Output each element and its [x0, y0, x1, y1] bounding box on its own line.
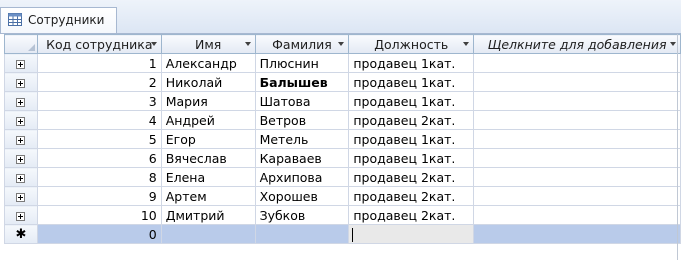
sort-dropdown-icon[interactable] [338, 42, 345, 46]
row-selector[interactable] [4, 91, 38, 111]
document-tab-bar: Сотрудники [0, 0, 681, 34]
table-row[interactable]: 10 Дмитрий Зубков продавец 2кат. [4, 205, 681, 225]
cell-last-name[interactable]: Хорошев [254, 186, 350, 206]
expand-subdatasheet-icon[interactable] [16, 211, 26, 221]
cell-last-name[interactable]: Ветров [254, 110, 350, 130]
text-cursor [352, 227, 354, 242]
cell-first-name[interactable]: Вячеслав [160, 148, 256, 168]
cell-employee-code[interactable]: 3 [36, 91, 162, 111]
cell-first-name[interactable]: Дмитрий [160, 205, 256, 225]
row-selector[interactable] [4, 72, 38, 92]
column-header-employee-code[interactable]: Код сотрудника [36, 34, 162, 54]
cell-position[interactable]: продавец 2кат. [348, 167, 475, 187]
cell-position[interactable]: продавец 2кат. [348, 110, 475, 130]
row-selector[interactable] [4, 186, 38, 206]
cell-position[interactable]: продавец 1кат. [348, 129, 475, 149]
cell-empty[interactable] [473, 72, 681, 92]
cell-empty[interactable] [473, 129, 681, 149]
cell-first-name[interactable] [160, 224, 256, 244]
column-header-last-name[interactable]: Фамилия [254, 34, 350, 54]
cell-position[interactable]: продавец 1кат. [348, 72, 475, 92]
tab-employees[interactable]: Сотрудники [0, 7, 117, 33]
cell-empty[interactable] [473, 91, 681, 111]
expand-subdatasheet-icon[interactable] [16, 192, 26, 202]
cell-first-name[interactable]: Александр [160, 53, 256, 73]
cell-empty[interactable] [473, 110, 681, 130]
row-selector[interactable] [4, 129, 38, 149]
row-selector[interactable] [4, 167, 38, 187]
cell-position[interactable]: продавец 1кат. [348, 53, 475, 73]
column-header-click-to-add[interactable]: Щелкните для добавления [473, 34, 681, 54]
cell-employee-code[interactable]: 10 [36, 205, 162, 225]
cell-empty[interactable] [473, 224, 681, 244]
cell-position[interactable]: продавец 1кат. [348, 91, 475, 111]
cell-employee-code[interactable]: 2 [36, 72, 162, 92]
cell-position-editing[interactable] [348, 224, 475, 244]
cell-employee-code[interactable]: 8 [36, 167, 162, 187]
expand-subdatasheet-icon[interactable] [16, 59, 26, 69]
select-all-corner[interactable] [4, 34, 38, 54]
table-row[interactable]: 6 Вячеслав Караваев продавец 1кат. [4, 148, 681, 168]
row-selector[interactable] [4, 53, 38, 73]
expand-subdatasheet-icon[interactable] [16, 78, 26, 88]
expand-subdatasheet-icon[interactable] [16, 135, 26, 145]
cell-first-name[interactable]: Николай [160, 72, 256, 92]
sort-dropdown-icon[interactable] [150, 42, 157, 46]
table-row[interactable]: 3 Мария Шатова продавец 1кат. [4, 91, 681, 111]
cell-employee-code[interactable]: 1 [36, 53, 162, 73]
cell-position[interactable]: продавец 2кат. [348, 186, 475, 206]
new-record-row[interactable]: ✱ 0 [4, 224, 681, 244]
cell-employee-code[interactable]: 4 [36, 110, 162, 130]
cell-position[interactable]: продавец 2кат. [348, 205, 475, 225]
expand-subdatasheet-icon[interactable] [16, 97, 26, 107]
cell-employee-code[interactable]: 6 [36, 148, 162, 168]
new-record-selector[interactable]: ✱ [4, 224, 38, 244]
cell-first-name[interactable]: Артем [160, 186, 256, 206]
cell-last-name[interactable]: Балышев [254, 72, 350, 92]
cell-employee-code[interactable]: 9 [36, 186, 162, 206]
cell-last-name[interactable] [254, 224, 350, 244]
cell-last-name[interactable]: Метель [254, 129, 350, 149]
table-row[interactable]: 9 Артем Хорошев продавец 2кат. [4, 186, 681, 206]
cell-last-name[interactable]: Зубков [254, 205, 350, 225]
cell-employee-code[interactable]: 5 [36, 129, 162, 149]
row-selector[interactable] [4, 148, 38, 168]
expand-subdatasheet-icon[interactable] [16, 173, 26, 183]
cell-empty[interactable] [473, 53, 681, 73]
table-icon [8, 13, 22, 26]
cell-last-name[interactable]: Архипова [254, 167, 350, 187]
cell-empty[interactable] [473, 186, 681, 206]
row-selector[interactable] [4, 110, 38, 130]
row-selector[interactable] [4, 205, 38, 225]
cell-first-name[interactable]: Елена [160, 167, 256, 187]
header-row: Код сотрудника Имя Фамилия Должность Щел… [4, 34, 681, 54]
cell-position[interactable]: продавец 1кат. [348, 148, 475, 168]
cell-last-name[interactable]: Шатова [254, 91, 350, 111]
cell-first-name[interactable]: Мария [160, 91, 256, 111]
cell-first-name[interactable]: Андрей [160, 110, 256, 130]
new-record-icon: ✱ [15, 227, 27, 242]
cell-empty[interactable] [473, 167, 681, 187]
sort-dropdown-icon[interactable] [463, 42, 470, 46]
expand-subdatasheet-icon[interactable] [16, 116, 26, 126]
cell-last-name[interactable]: Караваев [254, 148, 350, 168]
cell-first-name[interactable]: Егор [160, 129, 256, 149]
table-row[interactable]: 8 Елена Архипова продавец 2кат. [4, 167, 681, 187]
grid-right-edge [677, 34, 678, 260]
cell-empty[interactable] [473, 205, 681, 225]
column-header-first-name[interactable]: Имя [160, 34, 256, 54]
datasheet-grid: Код сотрудника Имя Фамилия Должность Щел… [4, 34, 681, 244]
add-field-dropdown-icon[interactable] [670, 42, 676, 46]
column-header-position[interactable]: Должность [348, 34, 475, 54]
expand-subdatasheet-icon[interactable] [16, 154, 26, 164]
cell-empty[interactable] [473, 148, 681, 168]
tab-title: Сотрудники [28, 13, 105, 27]
table-row[interactable]: 4 Андрей Ветров продавец 2кат. [4, 110, 681, 130]
table-row[interactable]: 5 Егор Метель продавец 1кат. [4, 129, 681, 149]
cell-last-name[interactable]: Плюснин [254, 53, 350, 73]
sort-dropdown-icon[interactable] [244, 42, 251, 46]
table-row[interactable]: 1 Александр Плюснин продавец 1кат. [4, 53, 681, 73]
cell-employee-code[interactable]: 0 [36, 224, 162, 244]
table-row[interactable]: 2 Николай Балышев продавец 1кат. [4, 72, 681, 92]
